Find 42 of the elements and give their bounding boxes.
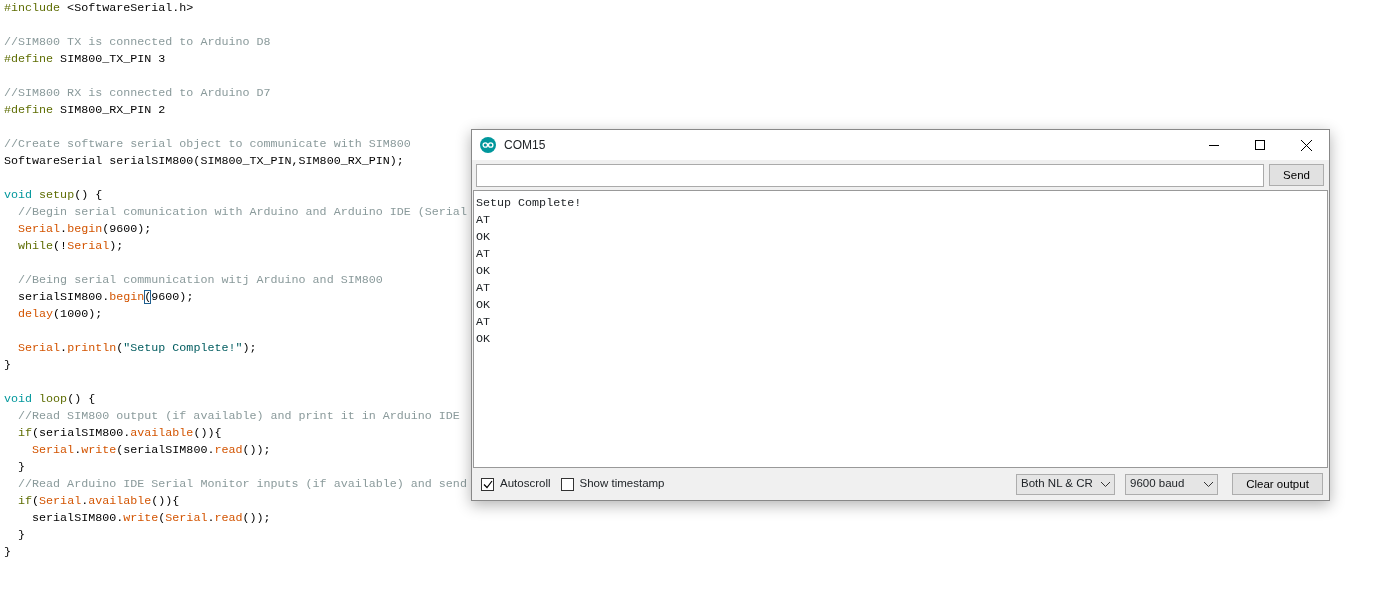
code-line: SoftwareSerial serialSIM800(SIM800_TX_PIN,SIM800_RX_PIN); — [4, 153, 404, 170]
code-line: Serial.println("Setup Complete!"); — [17, 340, 257, 357]
send-input-field[interactable] — [476, 164, 1264, 187]
code-line: if(Serial.available()){ — [17, 493, 180, 510]
clear-output-button[interactable]: Clear output — [1232, 473, 1323, 495]
send-button[interactable]: Send — [1269, 164, 1324, 186]
baud-rate-dropdown[interactable]: 9600 baud — [1125, 473, 1218, 495]
code-line: //SIM800 TX is connected to Arduino D8 — [4, 34, 271, 51]
output-area: Setup Complete! AT OK AT OK AT OK AT OK — [473, 190, 1328, 468]
code-line: //SIM800 RX is connected to Arduino D7 — [4, 85, 271, 102]
code-line: } — [17, 459, 26, 476]
chevron-down-icon — [1101, 481, 1110, 487]
code-line: //Read Arduino IDE Serial Monitor inputs (if available) and send — [17, 476, 467, 493]
chevron-down-icon — [1204, 481, 1213, 487]
code-line: serialSIM800.begin(9600); — [17, 289, 194, 306]
code-line: //Create software serial object to communicate with SIM800 — [4, 136, 411, 153]
code-line: } — [4, 544, 11, 561]
code-line: if(serialSIM800.available()){ — [17, 425, 222, 442]
code-line: //Read SIM800 output (if available) and print it in Arduino IDE — [17, 408, 460, 425]
code-line: while(!Serial); — [17, 238, 124, 255]
code-line: #define SIM800_TX_PIN 3 — [4, 51, 166, 68]
line-ending-dropdown[interactable]: Both NL & CR — [1016, 473, 1115, 495]
code-line: //Being serial communication witj Arduino and SIM800 — [17, 272, 383, 289]
maximize-icon — [1255, 140, 1265, 150]
code-line: #define SIM800_RX_PIN 2 — [4, 102, 166, 119]
timestamp-checkbox[interactable] — [560, 477, 574, 491]
code-line: } — [17, 527, 26, 544]
code-line: serialSIM800.write(Serial.read()); — [31, 510, 271, 527]
autoscroll-label: Autoscroll — [500, 476, 551, 492]
code-line: void setup() { — [4, 187, 103, 204]
timestamp-label: Show timestamp — [579, 476, 665, 492]
code-line: //Begin serial comunication with Arduino and Arduino IDE (Serial — [17, 204, 467, 221]
autoscroll-checkbox[interactable] — [481, 477, 494, 491]
app-logo-icon — [480, 137, 496, 153]
window-title: COM15 — [504, 137, 546, 154]
code-line: Serial.write(serialSIM800.read()); — [31, 442, 271, 459]
code-line: void loop() { — [4, 391, 96, 408]
code-line: } — [4, 357, 11, 374]
code-line: delay(1000); — [17, 306, 103, 323]
close-icon — [1300, 139, 1312, 151]
code-line: #include <SoftwareSerial.h> — [4, 0, 194, 17]
code-line: Serial.begin(9600); — [17, 221, 152, 238]
